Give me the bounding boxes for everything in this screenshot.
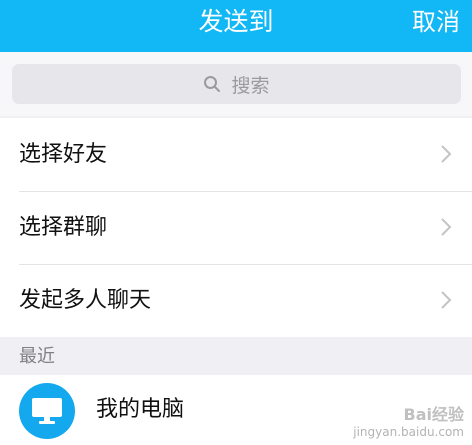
search-input[interactable]: 搜索 [12, 64, 461, 104]
recent-section-header: 最近 [0, 339, 472, 375]
start-group-chat-label: 发起多人聊天 [19, 288, 152, 313]
start-group-chat-item[interactable]: 发起多人聊天 [0, 264, 472, 337]
search-placeholder: 搜索 [231, 74, 270, 97]
watermark-url: jingyan.baidu.com [353, 424, 464, 439]
select-group-chat-item[interactable]: 选择群聊 [0, 191, 472, 264]
search-icon [204, 76, 221, 92]
recent-item-name: 我的电脑 [96, 397, 185, 422]
avatar [19, 383, 75, 439]
cancel-button[interactable]: 取消 [412, 0, 460, 44]
chevron-right-icon [441, 291, 452, 309]
share-options-list: 选择好友 选择群聊 发起多人聊天 [0, 118, 472, 337]
select-friends-label: 选择好友 [19, 142, 108, 167]
watermark: Bai经验 jingyan.baidu.com [353, 405, 464, 439]
page-title: 发送到 [198, 7, 274, 36]
select-group-chat-label: 选择群聊 [19, 215, 108, 240]
search-area: 搜索 [0, 52, 472, 116]
chevron-right-icon [441, 218, 452, 236]
select-friends-item[interactable]: 选择好友 [0, 118, 472, 191]
monitor-icon [32, 398, 62, 424]
header-bar: 发送到 取消 [0, 0, 472, 52]
watermark-logo-text: Bai经验 [403, 405, 464, 425]
chevron-right-icon [441, 145, 452, 163]
